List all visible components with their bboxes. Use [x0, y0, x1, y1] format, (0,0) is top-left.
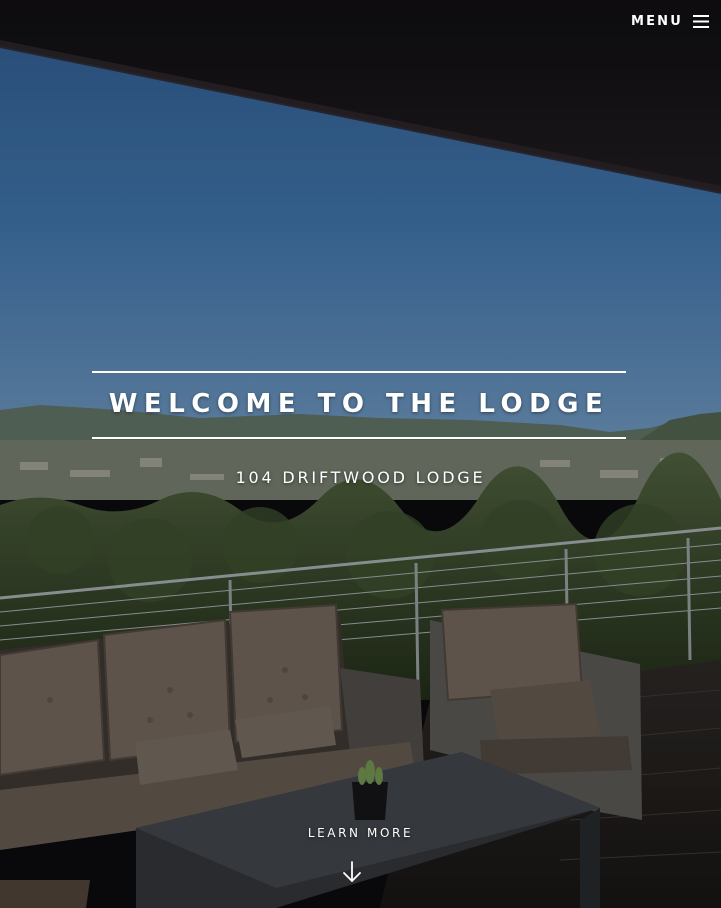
- hero-section: MENU WELCOME TO THE LODGE 104 DRIFTWOOD …: [0, 0, 721, 908]
- hero-background-image: [0, 0, 721, 908]
- menu-button[interactable]: MENU: [631, 12, 709, 30]
- hero-subtitle: 104 DRIFTWOOD LODGE: [235, 468, 486, 487]
- page-title: WELCOME TO THE LODGE: [108, 389, 610, 419]
- hero-title-block: WELCOME TO THE LODGE: [92, 371, 626, 439]
- title-bottom-rule: [92, 437, 626, 439]
- menu-label: MENU: [630, 13, 683, 29]
- hamburger-icon: [693, 14, 709, 28]
- learn-more-link[interactable]: LEARN MORE: [0, 826, 721, 840]
- arrow-down-icon[interactable]: [341, 860, 363, 884]
